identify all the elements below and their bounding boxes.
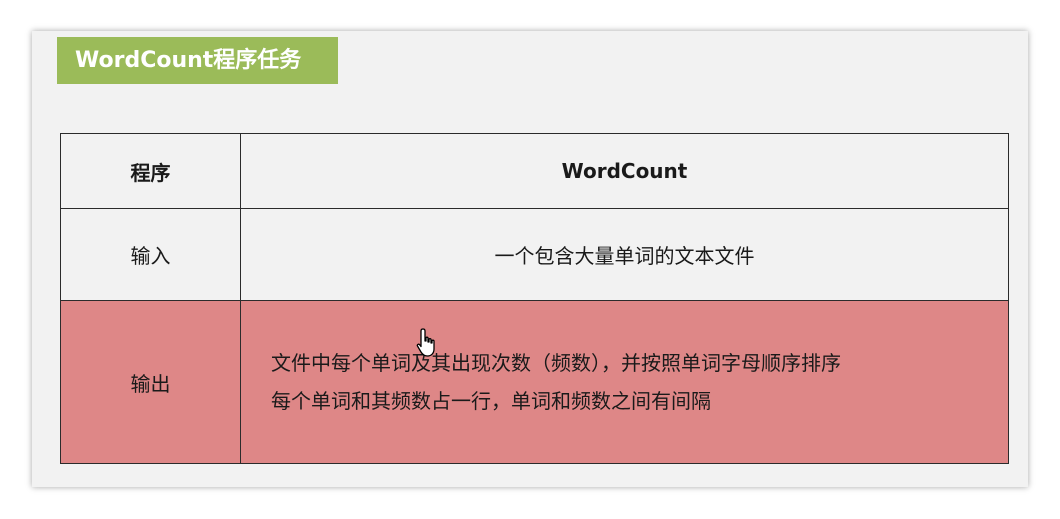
input-label-cell: 输入 <box>60 208 241 301</box>
output-label-cell: 输出 <box>60 300 241 464</box>
slide-title: WordCount程序任务 <box>57 37 338 84</box>
output-value-cell: 文件中每个单词及其出现次数（频数），并按照单词字母顺序排序 每个单词和其频数占一… <box>240 300 1009 464</box>
output-line-1: 文件中每个单词及其出现次数（频数），并按照单词字母顺序排序 <box>271 351 841 375</box>
header-label-cell: 程序 <box>60 133 241 209</box>
hand-pointer-icon <box>416 328 435 357</box>
input-value-cell: 一个包含大量单词的文本文件 <box>240 208 1009 301</box>
output-row: 输出 文件中每个单词及其出现次数（频数），并按照单词字母顺序排序 每个单词和其频… <box>60 300 1009 464</box>
table-header-row: 程序 WordCount <box>60 133 1009 209</box>
output-line-2: 每个单词和其频数占一行，单词和频数之间有间隔 <box>271 389 711 413</box>
slide: WordCount程序任务 程序 WordCount 输入 一个包含大量单词的文… <box>32 31 1028 487</box>
wordcount-task-table: 程序 WordCount 输入 一个包含大量单词的文本文件 输出 文件中每个单词… <box>60 133 1009 464</box>
input-row: 输入 一个包含大量单词的文本文件 <box>60 208 1009 301</box>
header-value-cell: WordCount <box>240 133 1009 209</box>
